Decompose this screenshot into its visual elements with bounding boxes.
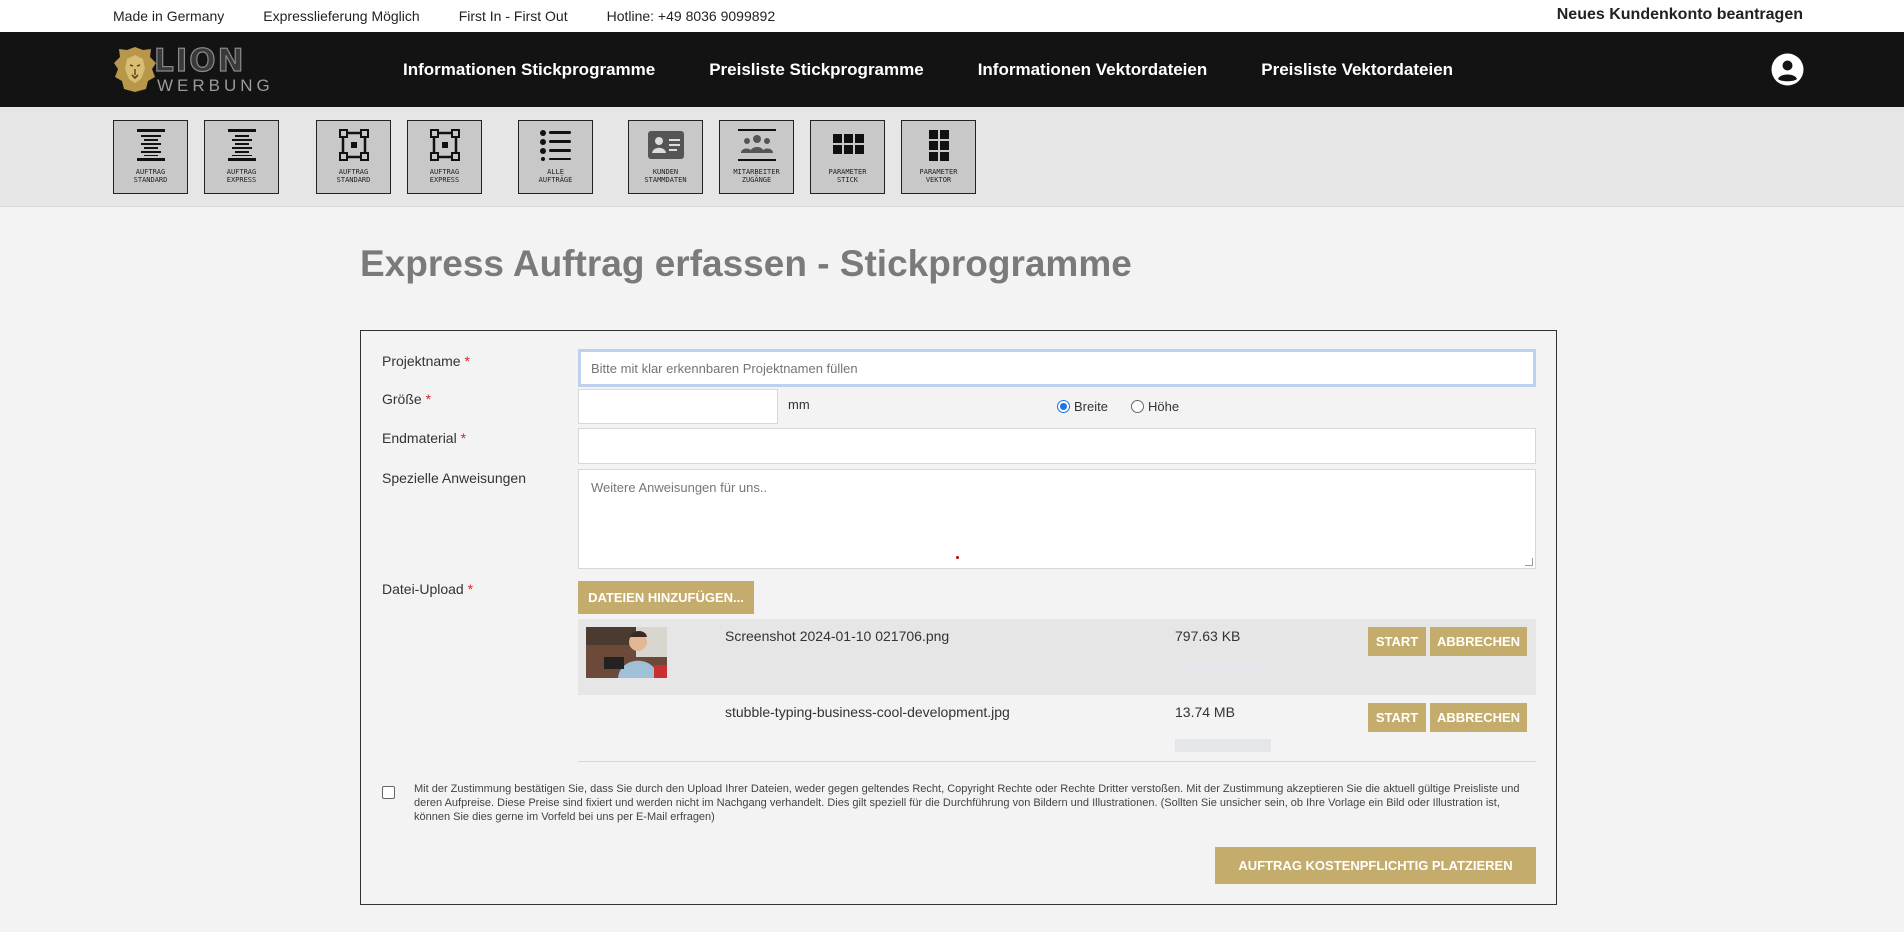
tile-customer-data[interactable]: KUNDEN STAMMDATEN — [628, 120, 703, 194]
order-toolbar: AUFTRAG STANDARD AUFTRAG EXPRESS AUFTRAG… — [0, 107, 1904, 207]
tile-order-standard-stick[interactable]: AUFTRAG STANDARD — [113, 120, 188, 194]
spool-icon — [136, 129, 165, 161]
material-input[interactable] — [578, 428, 1536, 464]
consent-checkbox[interactable] — [382, 786, 395, 799]
start-upload-button[interactable]: START — [1368, 703, 1426, 732]
main-navigation: LION WERBUNG Informationen Stickprogramm… — [0, 32, 1904, 107]
brand-word-lion: LION — [153, 42, 246, 79]
project-name-label: Projektname * — [382, 353, 470, 369]
radio-height[interactable]: Höhe — [1131, 399, 1179, 414]
upload-label: Datei-Upload * — [382, 581, 473, 597]
grid-icon — [832, 134, 864, 154]
tile-label: ALLE AUFTRÄGE — [538, 168, 573, 184]
tile-order-standard-vector[interactable]: AUFTRAG STANDARD — [316, 120, 391, 194]
tile-parameter-vector[interactable]: PARAMETER VEKTOR — [901, 120, 976, 194]
size-input[interactable] — [578, 389, 778, 424]
nav-links: Informationen Stickprogramme Preisliste … — [403, 32, 1507, 107]
tile-label: KUNDEN STAMMDATEN — [644, 168, 687, 184]
project-name-input[interactable] — [578, 349, 1536, 387]
tile-all-orders[interactable]: ALLE AUFTRÄGE — [518, 120, 593, 194]
tile-label: AUFTRAG STANDARD — [133, 168, 168, 184]
instructions-textarea[interactable]: Weitere Anweisungen für uns.. — [578, 469, 1536, 569]
tile-label: MITARBEITER ZUGÄNGE — [733, 168, 780, 184]
spool-express-icon — [227, 129, 256, 161]
file-name: stubble-typing-business-cool-development… — [725, 704, 1010, 720]
list-icon — [539, 130, 571, 161]
upload-progress-bar — [1175, 739, 1271, 752]
nav-info-vektordateien[interactable]: Informationen Vektordateien — [978, 60, 1208, 80]
file-row: stubble-typing-business-cool-development… — [578, 695, 1536, 771]
nav-preisliste-stickprogramme[interactable]: Preisliste Stickprogramme — [709, 60, 923, 80]
size-label: Größe * — [382, 391, 431, 407]
tile-parameter-stick[interactable]: PARAMETER STICK — [810, 120, 885, 194]
add-files-button[interactable]: DATEIEN HINZUFÜGEN... — [578, 581, 754, 614]
cursor-dot — [956, 556, 959, 559]
radio-width-label: Breite — [1074, 399, 1108, 414]
info-made-in-germany: Made in Germany — [113, 8, 225, 24]
material-label: Endmaterial * — [382, 430, 466, 446]
required-marker: * — [464, 353, 470, 369]
vector-nodes-express-icon — [429, 129, 460, 161]
project-name-label-text: Projektname — [382, 353, 461, 369]
cancel-upload-button[interactable]: ABBRECHEN — [1430, 627, 1527, 656]
tile-label: PARAMETER VEKTOR — [919, 168, 958, 184]
page-title: Express Auftrag erfassen - Stickprogramm… — [360, 243, 1132, 284]
resize-handle[interactable] — [1525, 558, 1533, 566]
start-upload-button[interactable]: START — [1368, 627, 1426, 656]
consent-text: Mit der Zustimmung bestätigen Sie, dass … — [414, 783, 1520, 823]
tile-order-express-stick[interactable]: AUFTRAG EXPRESS — [204, 120, 279, 194]
radio-width[interactable]: Breite — [1057, 399, 1108, 414]
contact-card-icon — [647, 131, 684, 159]
material-label-text: Endmaterial — [382, 430, 457, 446]
tile-order-express-vector[interactable]: AUFTRAG EXPRESS — [407, 120, 482, 194]
user-account-icon[interactable] — [1771, 53, 1804, 86]
file-row: Screenshot 2024-01-10 021706.png 797.63 … — [578, 619, 1536, 695]
required-marker: * — [467, 581, 474, 597]
tile-employee-access[interactable]: MITARBEITER ZUGÄNGE — [719, 120, 794, 194]
brand-logo[interactable]: LION WERBUNG — [113, 42, 270, 95]
instructions-placeholder: Weitere Anweisungen für uns.. — [591, 480, 768, 495]
tile-label: AUFTRAG EXPRESS — [226, 168, 257, 184]
divider — [578, 761, 1536, 762]
radio-height-control[interactable] — [1131, 400, 1144, 413]
brand-word-werbung: WERBUNG — [157, 76, 274, 95]
tile-label: PARAMETER STICK — [828, 168, 867, 184]
radio-height-label: Höhe — [1148, 399, 1180, 414]
info-fifo: First In - First Out — [458, 8, 568, 24]
size-unit: mm — [788, 397, 810, 412]
required-marker: * — [425, 391, 432, 407]
info-links: Made in Germany Expresslieferung Möglich… — [113, 0, 814, 32]
top-info-bar: Made in Germany Expresslieferung Möglich… — [0, 0, 1904, 32]
file-size: 797.63 KB — [1175, 628, 1241, 644]
tile-label: AUFTRAG EXPRESS — [429, 168, 460, 184]
tile-label: AUFTRAG STANDARD — [336, 168, 371, 184]
grid-vertical-icon — [928, 130, 949, 161]
vector-nodes-icon — [338, 129, 369, 161]
info-express-delivery: Expresslieferung Möglich — [263, 8, 420, 24]
team-icon — [737, 129, 776, 161]
required-marker: * — [460, 430, 467, 446]
place-order-button[interactable]: AUFTRAG KOSTENPFLICHTIG PLATZIEREN — [1215, 847, 1536, 884]
order-form: Projektname * Größe * mm Breite Höhe End… — [360, 330, 1557, 905]
nav-info-stickprogramme[interactable]: Informationen Stickprogramme — [403, 60, 655, 80]
upload-label-text: Datei-Upload — [382, 581, 464, 597]
size-label-text: Größe — [382, 391, 422, 407]
file-size: 13.74 MB — [1175, 704, 1235, 720]
info-hotline[interactable]: Hotline: +49 8036 9099892 — [607, 8, 776, 24]
file-thumbnail-image — [586, 627, 667, 678]
nav-preisliste-vektordateien[interactable]: Preisliste Vektordateien — [1261, 60, 1453, 80]
radio-width-control[interactable] — [1057, 400, 1070, 413]
instructions-label: Spezielle Anweisungen — [382, 470, 526, 486]
new-account-link[interactable]: Neues Kundenkonto beantragen — [1557, 0, 1803, 32]
lion-head-icon — [114, 47, 156, 92]
cancel-upload-button[interactable]: ABBRECHEN — [1430, 703, 1527, 732]
file-name: Screenshot 2024-01-10 021706.png — [725, 628, 950, 644]
upload-progress-bar — [1175, 663, 1271, 676]
